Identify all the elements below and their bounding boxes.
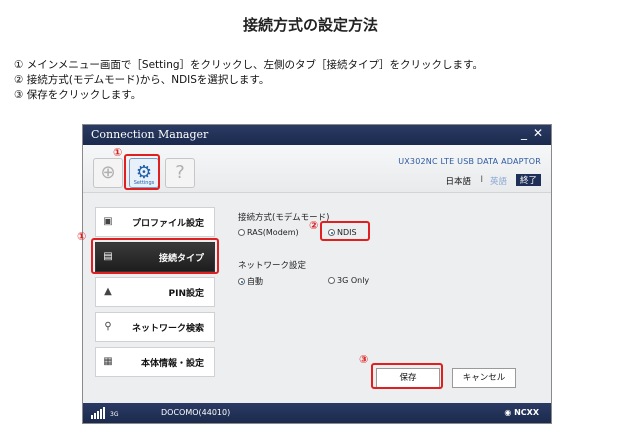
sidebar-item-profile[interactable]: ▣ プロファイル設定 — [95, 207, 215, 237]
globe-icon[interactable]: ⊕ — [93, 158, 123, 188]
device-model: UX302NC LTE USB DATA ADAPTOR — [398, 157, 541, 166]
radio-3g-only[interactable]: 3G Only — [328, 276, 369, 285]
radio-ras-label: RAS(Modem) — [247, 228, 299, 237]
radio-indicator-selected — [238, 278, 245, 285]
brand-logo: ◉ NCXX — [504, 408, 539, 417]
sidebar-item-network-search[interactable]: ⚲ ネットワーク検索 — [95, 312, 215, 342]
search-icon: ⚲ — [104, 321, 112, 332]
sidebar-item-pin[interactable]: ▲ PIN設定 — [95, 277, 215, 307]
instruction-steps: ① メインメニュー画面で［Setting］をクリックし、左側のタブ［接続タイプ］… — [14, 58, 483, 103]
page-title: 接続方式の設定方法 — [242, 16, 378, 34]
minimize-button[interactable]: _ — [521, 126, 527, 140]
brand-name: NCXX — [514, 408, 539, 417]
network-type: 3G — [110, 411, 119, 418]
cancel-button[interactable]: キャンセル — [452, 368, 516, 388]
sidebar-item-label: 本体情報・設定 — [140, 359, 204, 369]
sidebar-item-label: プロファイル設定 — [131, 219, 204, 229]
help-icon[interactable]: ? — [165, 158, 195, 188]
lock-icon: ▲ — [104, 286, 112, 297]
language-separator: I — [480, 175, 483, 185]
highlight-connection-type — [91, 238, 219, 274]
radio-indicator — [238, 229, 245, 236]
language-japanese[interactable]: 日本語 — [445, 175, 471, 187]
carrier-name: DOCOMO(44010) — [161, 408, 231, 417]
step-3: ③ 保存をクリックします。 — [14, 89, 142, 101]
step-1: ① メインメニュー画面で［Setting］をクリックし、左側のタブ［接続タイプ］… — [14, 59, 483, 71]
radio-ras-modem[interactable]: RAS(Modem) — [238, 228, 299, 237]
window-titlebar: Connection Manager _ ✕ — [83, 125, 551, 145]
radio-indicator — [328, 277, 335, 284]
highlight-save — [371, 363, 443, 389]
highlight-settings — [124, 154, 160, 190]
annotation-2: ② — [309, 219, 319, 232]
radio-3g-label: 3G Only — [337, 276, 370, 285]
window-title: Connection Manager — [91, 128, 209, 141]
highlight-ndis — [320, 221, 370, 241]
exit-button[interactable]: 終了 — [515, 174, 541, 186]
annotation-1-top: ① — [113, 146, 123, 159]
sidebar-item-label: ネットワーク検索 — [131, 324, 204, 334]
step-2: ② 接続方式(モデムモード)から、NDISを選択します。 — [14, 74, 270, 86]
brand-circle-icon: ◉ — [504, 408, 512, 417]
profile-icon: ▣ — [103, 216, 113, 227]
radio-auto[interactable]: 自動 — [238, 276, 263, 287]
annotation-1-side: ① — [77, 230, 87, 243]
info-icon: ▦ — [103, 356, 113, 367]
network-setting-label: ネットワーク設定 — [238, 261, 307, 271]
close-button[interactable]: ✕ — [533, 126, 543, 140]
radio-auto-label: 自動 — [247, 277, 263, 286]
annotation-3: ③ — [359, 353, 369, 366]
language-english[interactable]: 英語 — [490, 175, 507, 187]
status-bar: 3G DOCOMO(44010) ◉ NCXX — [83, 403, 551, 423]
sidebar-item-device-info[interactable]: ▦ 本体情報・設定 — [95, 347, 215, 377]
sidebar-item-label: PIN設定 — [168, 289, 204, 299]
